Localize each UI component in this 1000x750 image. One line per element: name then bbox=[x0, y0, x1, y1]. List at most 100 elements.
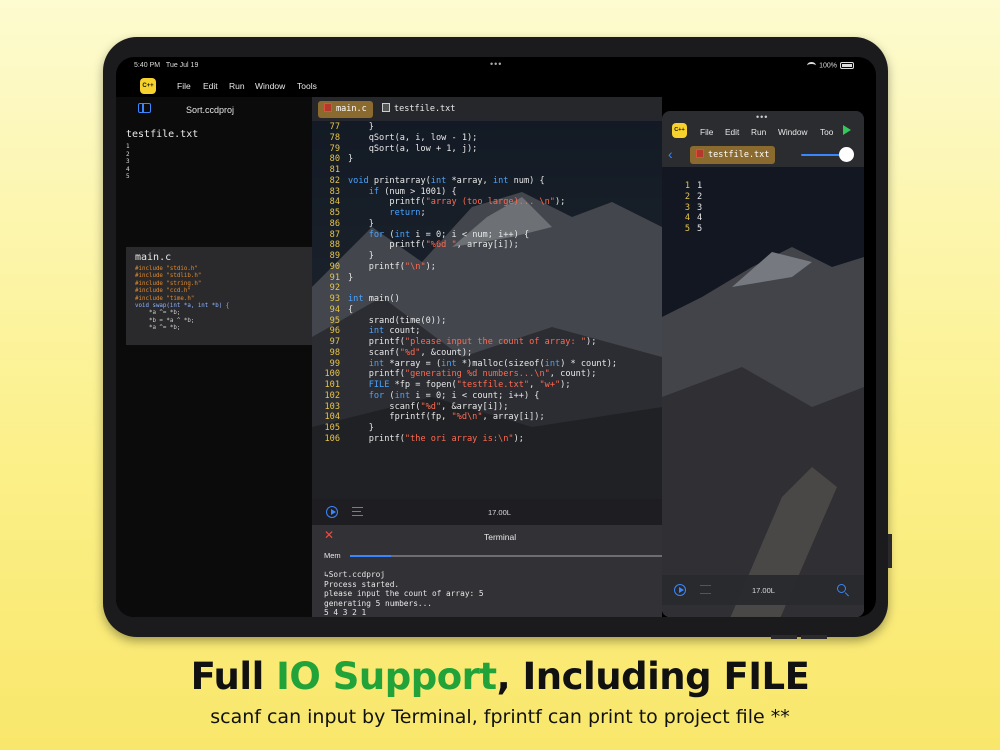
code-line[interactable]: 99 int *array = (int *)malloc(sizeof(int… bbox=[312, 359, 617, 370]
volume-button-1 bbox=[771, 635, 797, 639]
menu-bar: C++ File Edit Run Window Tools bbox=[116, 75, 876, 97]
text-file-icon bbox=[382, 103, 390, 112]
file-size: 17.00L bbox=[752, 586, 775, 595]
menu-run[interactable]: Run bbox=[229, 81, 245, 91]
line-number: 94 bbox=[329, 304, 340, 315]
file-card-main-c[interactable]: main.c #include "stdio.h" #include "stdli… bbox=[126, 247, 312, 345]
code-line[interactable]: 104 fprintf(fp, "%d\n", array[i]); bbox=[312, 412, 544, 423]
code-line[interactable]: 79 qSort(a, low + 1, j); bbox=[312, 144, 478, 155]
menu-edit[interactable]: Edit bbox=[203, 81, 218, 91]
run-icon[interactable] bbox=[674, 584, 686, 596]
code-line[interactable]: 95 srand(time(0)); bbox=[312, 316, 447, 327]
code-editor: main.c testfile.txt 77 } 78 qSort(a, i, l… bbox=[312, 97, 662, 617]
close-icon[interactable]: ✕ bbox=[324, 528, 334, 542]
float-menu-bar: C++ File Edit Run Window Too bbox=[662, 121, 864, 141]
terminal-line: please input the count of array: 5 bbox=[324, 589, 484, 599]
code-line[interactable]: 103 scanf("%d", &array[i]); bbox=[312, 402, 508, 413]
code-line[interactable]: 93 int main() bbox=[312, 294, 400, 305]
code-line[interactable]: 22 bbox=[662, 192, 702, 203]
code-line[interactable]: 89 } bbox=[312, 251, 374, 262]
line-number: 89 bbox=[329, 251, 340, 261]
side-button bbox=[888, 534, 892, 568]
menu-edit[interactable]: Edit bbox=[725, 127, 739, 137]
sidebar-header: Sort.ccdproj bbox=[116, 97, 312, 123]
menu-window[interactable]: Window bbox=[778, 127, 808, 137]
editor-tabs: main.c testfile.txt bbox=[312, 97, 662, 121]
code-line[interactable]: 92 bbox=[312, 283, 348, 294]
line-number: 98 bbox=[329, 347, 340, 358]
tab-testfile[interactable]: testfile.txt bbox=[376, 101, 461, 118]
app-icon[interactable]: C++ bbox=[672, 123, 687, 138]
code-line[interactable]: 33 bbox=[662, 203, 702, 214]
code-line[interactable]: 98 scanf("%d", &count); bbox=[312, 347, 473, 359]
code-line[interactable]: 101 FILE *fp = fopen("testfile.txt", "w+… bbox=[312, 380, 570, 391]
code-line[interactable]: 11 bbox=[662, 181, 702, 192]
code-line[interactable]: 81 bbox=[312, 165, 348, 176]
code-line[interactable]: 83 if (num > 1001) { bbox=[312, 187, 457, 198]
line-number: 100 bbox=[324, 369, 340, 380]
code-line[interactable]: 55 bbox=[662, 224, 702, 235]
code-line[interactable]: 105 } bbox=[312, 423, 373, 434]
terminal-title: Terminal bbox=[484, 532, 517, 542]
terminal-line: 5 4 3 2 1 bbox=[324, 608, 367, 617]
code-line[interactable]: 77 } bbox=[312, 122, 374, 133]
run-icon[interactable] bbox=[326, 506, 338, 518]
menu-tools[interactable]: Too bbox=[820, 127, 833, 137]
search-icon[interactable] bbox=[837, 584, 846, 593]
line-number: 5 bbox=[684, 224, 690, 235]
status-right: 100% bbox=[807, 62, 854, 69]
outline-icon[interactable] bbox=[352, 507, 363, 516]
file-card-testfile[interactable]: testfile.txt 1 2 3 4 5 bbox=[126, 129, 302, 181]
app-icon[interactable]: C++ bbox=[140, 78, 156, 94]
code-line[interactable]: 87 for (int i = 0; i < num; i++) { bbox=[312, 230, 529, 241]
battery-icon bbox=[840, 62, 854, 69]
status-bar: 5:40 PM Tue Jul 19 ••• 100% bbox=[116, 57, 876, 75]
menu-window[interactable]: Window bbox=[255, 81, 285, 91]
menu-run[interactable]: Run bbox=[751, 127, 766, 137]
menu-file[interactable]: File bbox=[700, 127, 713, 137]
menu-tools[interactable]: Tools bbox=[297, 81, 317, 91]
slide-over-window: ••• C++ File Edit Run Window Too ‹ testf… bbox=[662, 111, 864, 617]
code-line[interactable]: 80} bbox=[312, 154, 354, 165]
back-chevron-icon[interactable]: ‹ bbox=[668, 146, 673, 162]
sidebar-toggle-icon[interactable] bbox=[138, 103, 151, 113]
status-time: 5:40 PM Tue Jul 19 bbox=[134, 62, 199, 69]
wifi-icon bbox=[807, 62, 817, 69]
float-code-area[interactable]: 1122334455 bbox=[662, 181, 702, 235]
terminal-panel: ✕ Terminal Mem ↳Sort.ccdproj Process star… bbox=[312, 525, 662, 617]
code-line[interactable]: 88 printf("%6d ", array[i]); bbox=[312, 240, 519, 251]
code-area[interactable]: 77 } 78 qSort(a, i, low - 1); 79 qSort(a, … bbox=[312, 121, 662, 499]
code-line[interactable]: 85 return; bbox=[312, 208, 426, 219]
editor-toolbar: 17.00L bbox=[312, 499, 662, 525]
slider-knob[interactable] bbox=[839, 147, 854, 162]
code-line[interactable]: 106 printf("the ori array is:\n"); bbox=[312, 433, 523, 445]
float-toolbar: 17.00L bbox=[662, 575, 864, 605]
c-file-icon bbox=[324, 103, 332, 112]
code-line[interactable]: 102 for (int i = 0; i < count; i++) { bbox=[312, 391, 539, 402]
line-number: 83 bbox=[329, 186, 340, 197]
code-line[interactable]: 96 int count; bbox=[312, 326, 421, 337]
line-number: 80 bbox=[329, 154, 340, 165]
tab-main-c[interactable]: main.c bbox=[318, 101, 373, 118]
line-number: 106 bbox=[324, 433, 340, 444]
file-size: 17.00L bbox=[488, 508, 511, 517]
code-line[interactable]: 86 } bbox=[312, 219, 374, 230]
code-line[interactable]: 78 qSort(a, i, low - 1); bbox=[312, 133, 478, 144]
code-line[interactable]: 90 printf("\n"); bbox=[312, 262, 436, 273]
run-play-icon[interactable] bbox=[843, 125, 851, 135]
menu-file[interactable]: File bbox=[177, 81, 191, 91]
code-line[interactable]: 82 void printarray(int *array, int num) { bbox=[312, 176, 545, 187]
outline-icon[interactable] bbox=[700, 585, 711, 594]
line-number: 104 bbox=[324, 412, 340, 423]
code-line[interactable]: 91} bbox=[312, 273, 354, 284]
code-line[interactable]: 84 printf("array (too large)... \n"); bbox=[312, 197, 566, 208]
code-line[interactable]: 100 printf("generating %d numbers...\n",… bbox=[312, 369, 596, 380]
code-line[interactable]: 44 bbox=[662, 213, 702, 224]
multitasking-dots[interactable]: ••• bbox=[490, 59, 502, 69]
tab-testfile[interactable]: testfile.txt bbox=[690, 146, 776, 164]
code-line[interactable]: 97 printf("please input the count of arr… bbox=[312, 337, 597, 348]
terminal-output[interactable]: ↳Sort.ccdproj Process started. please inpu… bbox=[324, 570, 648, 617]
code-line[interactable]: 94{ bbox=[312, 304, 354, 316]
file-preview: 1 2 3 4 5 bbox=[126, 143, 130, 181]
mem-bar-fill bbox=[350, 555, 391, 557]
